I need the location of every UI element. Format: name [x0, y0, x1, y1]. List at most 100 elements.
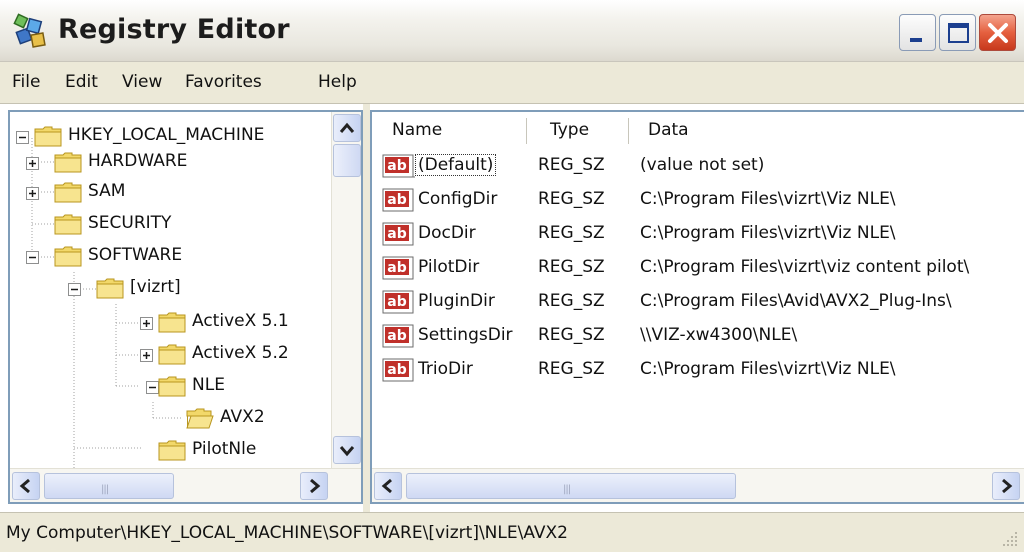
- tree-node-sam[interactable]: SAM: [10, 178, 330, 210]
- value-type: REG_SZ: [538, 359, 605, 379]
- column-header-name[interactable]: Name: [392, 120, 442, 140]
- tree-horizontal-thumb[interactable]: |||: [44, 473, 174, 499]
- registry-tree[interactable]: HKEY_LOCAL_MACHINE HARDWARE SAM SECURITY: [8, 110, 363, 504]
- svg-text:ab: ab: [387, 294, 406, 310]
- list-item[interactable]: ab PilotDir REG_SZ C:\Program Files\vizr…: [372, 252, 1024, 286]
- tree-node-label: SAM: [88, 181, 126, 201]
- tree-node-vizrt[interactable]: [vizrt]: [10, 274, 330, 306]
- list-header: Name Type Data: [372, 112, 1024, 152]
- list-item[interactable]: ab DocDir REG_SZ C:\Program Files\vizrt\…: [372, 218, 1024, 252]
- arrow-left-icon: [19, 478, 30, 494]
- grip-icon: |||: [101, 484, 109, 495]
- column-header-data[interactable]: Data: [648, 120, 689, 140]
- tree-node-label: SECURITY: [88, 213, 172, 233]
- value-data: \\VIZ-xw4300\NLE\: [640, 325, 798, 345]
- title-bar[interactable]: Registry Editor: [0, 0, 1024, 62]
- open-folder-icon: [186, 408, 214, 429]
- value-type: REG_SZ: [538, 325, 605, 345]
- tree-vertical-thumb[interactable]: [333, 144, 361, 177]
- list-horizontal-scrollbar[interactable]: |||: [372, 468, 1024, 502]
- tree-node-security[interactable]: SECURITY: [10, 210, 330, 242]
- minimize-button[interactable]: [899, 14, 936, 51]
- value-type: REG_SZ: [538, 155, 605, 175]
- scroll-left-button[interactable]: [12, 472, 40, 500]
- tree-node-pilotnle[interactable]: PilotNle: [10, 436, 330, 468]
- svg-text:ab: ab: [387, 260, 406, 276]
- maximize-button[interactable]: [939, 14, 976, 51]
- registry-values-list[interactable]: Name Type Data ab (Default) REG_SZ (valu…: [370, 110, 1024, 504]
- value-name: PilotDir: [418, 257, 480, 277]
- collapse-icon[interactable]: [68, 283, 81, 296]
- close-icon: [988, 23, 1008, 43]
- arrow-left-icon: [381, 478, 392, 494]
- scroll-down-button[interactable]: [333, 436, 361, 464]
- list-item[interactable]: ab SettingsDir REG_SZ \\VIZ-xw4300\NLE\: [372, 320, 1024, 354]
- scroll-up-button[interactable]: [333, 114, 361, 142]
- string-value-ab-icon: ab: [382, 290, 414, 314]
- tree-node-activex-5-1[interactable]: ActiveX 5.1: [10, 308, 330, 340]
- folder-icon: [158, 440, 186, 461]
- column-divider[interactable]: [628, 118, 629, 144]
- scroll-right-button[interactable]: [992, 472, 1020, 500]
- status-path: My Computer\HKEY_LOCAL_MACHINE\SOFTWARE\…: [6, 523, 568, 543]
- tree-node-activex-5-2[interactable]: ActiveX 5.2: [10, 340, 330, 372]
- string-value-ab-icon: ab: [382, 222, 414, 246]
- tree-node-label: NLE: [192, 375, 225, 395]
- value-data: C:\Program Files\vizrt\viz content pilot…: [640, 257, 970, 277]
- svg-text:ab: ab: [387, 158, 406, 174]
- pane-splitter[interactable]: [363, 104, 370, 512]
- list-horizontal-thumb[interactable]: |||: [406, 473, 736, 499]
- expand-icon[interactable]: [26, 157, 39, 170]
- folder-icon: [34, 126, 62, 147]
- folder-icon: [54, 246, 82, 267]
- scroll-left-button[interactable]: [374, 472, 402, 500]
- tree-horizontal-scrollbar[interactable]: |||: [10, 468, 361, 502]
- value-data: C:\Program Files\vizrt\Viz NLE\: [640, 359, 896, 379]
- tree-node-avx2[interactable]: AVX2: [10, 404, 330, 436]
- expand-icon[interactable]: [140, 317, 153, 330]
- list-item[interactable]: ab ConfigDir REG_SZ C:\Program Files\viz…: [372, 184, 1024, 218]
- close-button[interactable]: [979, 14, 1016, 51]
- value-type: REG_SZ: [538, 257, 605, 277]
- maximize-icon: [948, 23, 969, 43]
- grip-icon: |||: [563, 484, 571, 495]
- list-item[interactable]: ab PluginDir REG_SZ C:\Program Files\Avi…: [372, 286, 1024, 320]
- svg-text:ab: ab: [387, 192, 406, 208]
- value-data: C:\Program Files\Avid\AVX2_Plug-Ins\: [640, 291, 952, 311]
- svg-text:ab: ab: [387, 362, 406, 378]
- tree-node-software[interactable]: SOFTWARE: [10, 242, 330, 274]
- expand-icon[interactable]: [140, 349, 153, 362]
- value-type: REG_SZ: [538, 223, 605, 243]
- tree-node-label: ActiveX 5.2: [192, 343, 289, 363]
- folder-icon: [54, 182, 82, 203]
- tree-node-label: HARDWARE: [88, 151, 188, 171]
- status-bar: My Computer\HKEY_LOCAL_MACHINE\SOFTWARE\…: [0, 512, 1024, 552]
- value-data: C:\Program Files\vizrt\Viz NLE\: [640, 223, 896, 243]
- tree-vertical-scrollbar[interactable]: [331, 112, 361, 468]
- arrow-down-icon: [339, 446, 355, 457]
- window-title: Registry Editor: [58, 14, 290, 45]
- tree-node-hardware[interactable]: HARDWARE: [10, 148, 330, 180]
- collapse-icon[interactable]: [16, 131, 29, 144]
- column-divider[interactable]: [526, 118, 527, 144]
- column-header-type[interactable]: Type: [550, 120, 589, 140]
- scroll-right-button[interactable]: [300, 472, 328, 500]
- expand-icon[interactable]: [26, 187, 39, 200]
- tree-node-label: ActiveX 5.1: [192, 311, 289, 331]
- value-data: C:\Program Files\vizrt\Viz NLE\: [640, 189, 896, 209]
- menu-edit[interactable]: Edit: [65, 72, 98, 92]
- tree-node-nle[interactable]: NLE: [10, 372, 330, 404]
- string-value-ab-icon: ab: [382, 358, 414, 382]
- collapse-icon[interactable]: [26, 251, 39, 264]
- list-item[interactable]: ab (Default) REG_SZ (value not set): [372, 150, 1024, 184]
- tree-node-label: SOFTWARE: [88, 245, 183, 265]
- value-data: (value not set): [640, 155, 765, 175]
- tree-node-label: HKEY_LOCAL_MACHINE: [68, 125, 265, 145]
- value-type: REG_SZ: [538, 189, 605, 209]
- list-item[interactable]: ab TrioDir REG_SZ C:\Program Files\vizrt…: [372, 354, 1024, 388]
- menu-favorites[interactable]: Favorites: [185, 72, 262, 92]
- resize-grip-icon[interactable]: [1000, 529, 1020, 549]
- menu-file[interactable]: File: [12, 72, 40, 92]
- menu-help[interactable]: Help: [318, 72, 357, 92]
- menu-view[interactable]: View: [122, 72, 162, 92]
